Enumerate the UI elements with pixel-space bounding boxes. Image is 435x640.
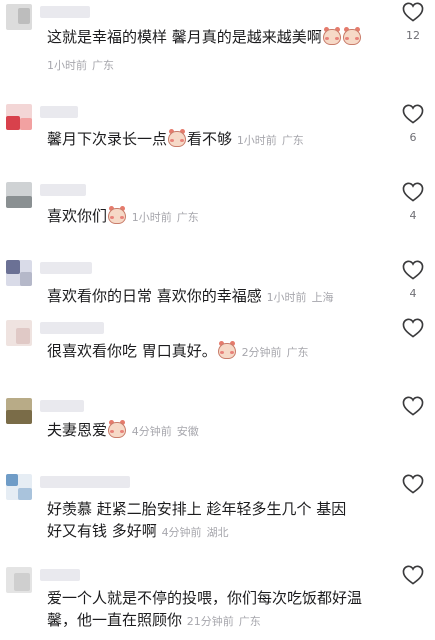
heart-outline-icon [402,104,424,124]
pig-face-emoji-icon [342,27,361,45]
comment-meta: 4分钟前 安徽 [132,425,199,438]
pig-face-emoji-icon [108,206,127,224]
heart-outline-icon [402,260,424,280]
avatar[interactable] [6,104,32,130]
comment-text: 喜欢看你的日常 喜欢你的幸福感 1小时前 上海 [47,287,334,305]
comment-location: 广东 [238,615,261,628]
heart-outline-icon [402,318,424,338]
comment-location: 广东 [176,211,199,224]
comment-location: 广东 [92,59,114,72]
heart-outline-icon [402,396,424,416]
comment-text: 喜欢你们 1小时前 广东 [47,206,199,225]
pig-face-emoji-icon [108,420,127,438]
like-count [400,423,426,435]
avatar[interactable] [6,320,32,346]
comment-text: 夫妻恩爱 4分钟前 安徽 [47,420,199,439]
heart-outline-icon [402,474,424,494]
comment-time: 21分钟前 [186,615,234,628]
comment-meta: 2分钟前 广东 [242,346,309,359]
like-count: 6 [409,131,417,144]
avatar[interactable] [6,474,32,500]
comment-location: 安徽 [176,425,199,438]
like-count [400,592,426,604]
like-button[interactable]: 6 [400,104,426,144]
comment-meta: 1小时前 广东 [47,57,114,73]
pig-face-emoji-icon [322,27,341,45]
comment-text: 馨月下次录长一点 看不够 1小时前 广东 [47,129,304,148]
like-count: 4 [409,287,417,300]
comment-text: 很喜欢看你吃 胃口真好。 2分钟前 广东 [47,341,309,360]
username-redacted[interactable] [40,6,90,18]
username-redacted[interactable] [40,400,84,412]
heart-outline-icon [402,2,424,22]
username-redacted[interactable] [40,322,104,334]
like-count: 12 [406,29,420,42]
comment-meta: 1小时前 上海 [267,291,334,304]
avatar[interactable] [6,182,32,208]
avatar[interactable] [6,260,32,286]
comment-time: 1小时前 [236,134,277,147]
avatar[interactable] [6,398,32,424]
like-button[interactable] [400,318,426,357]
comment-meta: 4分钟前 湖北 [162,526,229,539]
comment-location: 广东 [286,346,309,359]
like-button[interactable] [400,565,426,604]
comment-text: 爱一个人就是不停的投喂，你们每次吃饭都好温 馨，他一直在照顾你 21分钟前 广东 [47,589,363,629]
like-count: 4 [409,209,417,222]
comment-list: 这就是幸福的模样 馨月真的是越来越美啊 1小时前 广东 12 馨月下次录长一点 看不… [0,0,435,640]
comment-meta: 1小时前 广东 [237,134,304,147]
comment-location: 上海 [311,291,334,304]
comment-text: 好羡慕 赶紧二胎安排上 趁年轻多生几个 基因 好又有钱 多好啊 4分钟前 湖北 [47,500,347,540]
heart-outline-icon [402,182,424,202]
like-button[interactable] [400,396,426,435]
username-redacted[interactable] [40,569,80,581]
comment-text: 这就是幸福的模样 馨月真的是越来越美啊 [47,26,367,48]
like-button[interactable]: 12 [400,2,426,42]
username-redacted[interactable] [40,476,130,488]
like-count [400,501,426,513]
comment-time: 4分钟前 [161,526,202,539]
like-button[interactable] [400,474,426,513]
comment-location: 广东 [281,134,304,147]
like-count [400,345,426,357]
comment-location: 湖北 [206,526,229,539]
comment-time: 1小时前 [47,59,87,72]
comment-time: 4分钟前 [131,425,172,438]
like-button[interactable]: 4 [400,182,426,222]
username-redacted[interactable] [40,106,78,118]
pig-face-emoji-icon [168,129,187,147]
avatar[interactable] [6,567,32,593]
avatar[interactable] [6,4,32,30]
comment-time: 1小时前 [131,211,172,224]
comment-meta: 1小时前 广东 [132,211,199,224]
comment-meta: 21分钟前 广东 [187,615,261,628]
heart-outline-icon [402,565,424,585]
pig-face-emoji-icon [217,341,236,359]
username-redacted[interactable] [40,184,86,196]
comment-time: 1小时前 [266,291,307,304]
like-button[interactable]: 4 [400,260,426,300]
username-redacted[interactable] [40,262,92,274]
comment-time: 2分钟前 [241,346,282,359]
